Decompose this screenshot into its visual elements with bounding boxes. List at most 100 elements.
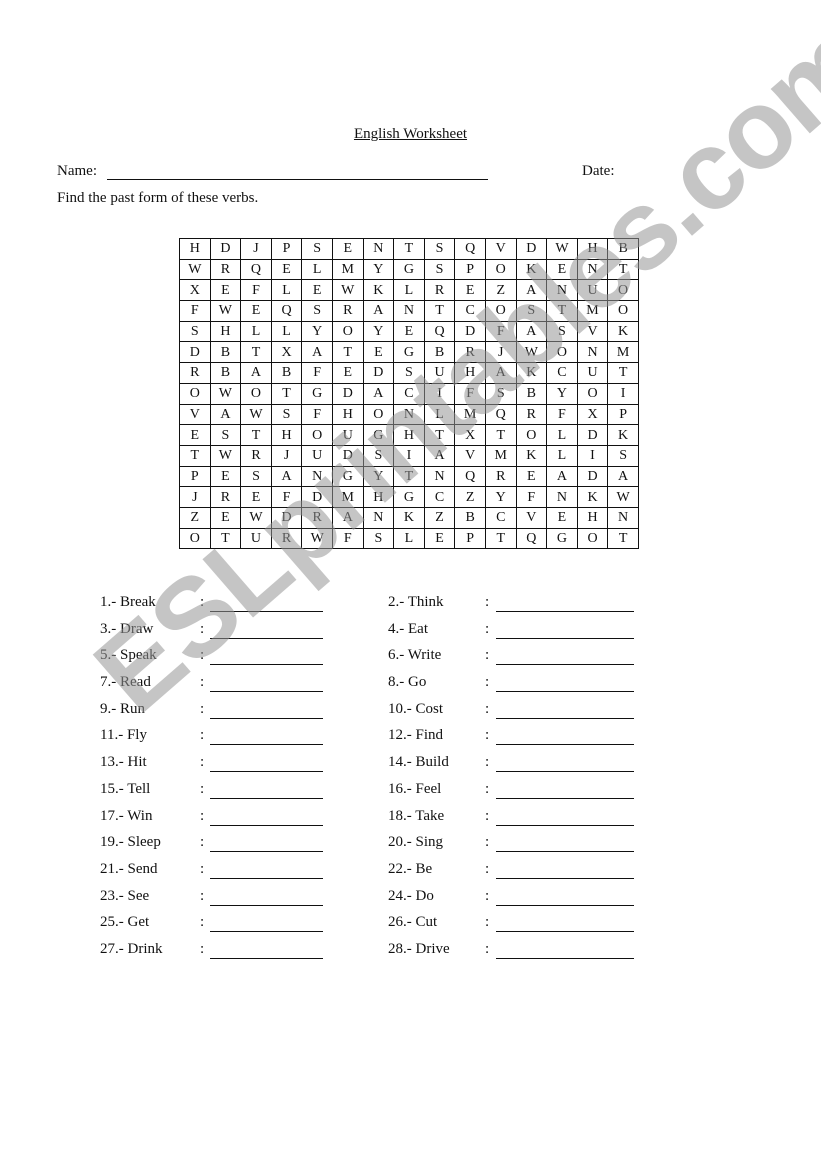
grid-cell[interactable]: W [209, 300, 242, 322]
grid-cell[interactable]: K [515, 258, 548, 281]
answer-blank[interactable] [210, 851, 323, 853]
grid-cell[interactable]: D [331, 382, 364, 405]
grid-cell[interactable]: H [576, 238, 609, 260]
grid-cell[interactable]: B [454, 506, 486, 529]
grid-cell[interactable]: C [546, 362, 578, 384]
grid-cell[interactable]: B [209, 341, 242, 364]
grid-cell[interactable]: C [423, 486, 456, 508]
grid-cell[interactable]: B [607, 238, 639, 260]
grid-cell[interactable]: F [301, 403, 333, 426]
grid-cell[interactable]: L [546, 444, 578, 467]
grid-cell[interactable]: N [362, 506, 395, 529]
grid-cell[interactable]: S [270, 403, 303, 426]
grid-cell[interactable]: D [301, 486, 333, 508]
grid-cell[interactable]: U [301, 444, 333, 467]
grid-cell[interactable]: O [301, 424, 333, 446]
grid-cell[interactable]: O [362, 403, 395, 426]
grid-cell[interactable]: D [331, 444, 364, 467]
grid-cell[interactable]: E [209, 279, 242, 302]
grid-cell[interactable]: E [179, 424, 211, 446]
grid-cell[interactable]: E [240, 486, 272, 508]
grid-cell[interactable]: H [179, 238, 211, 260]
answer-blank[interactable] [496, 664, 634, 666]
grid-cell[interactable]: F [301, 362, 333, 384]
grid-cell[interactable]: X [576, 403, 609, 426]
grid-cell[interactable]: I [393, 444, 425, 467]
answer-blank[interactable] [210, 957, 323, 959]
grid-cell[interactable]: S [607, 444, 639, 467]
grid-cell[interactable]: L [393, 279, 425, 302]
grid-cell[interactable]: A [515, 279, 548, 302]
grid-cell[interactable]: V [454, 444, 486, 467]
answer-blank[interactable] [496, 824, 634, 826]
grid-cell[interactable]: F [454, 382, 486, 405]
grid-cell[interactable]: W [515, 341, 548, 364]
grid-cell[interactable]: E [331, 238, 364, 260]
grid-cell[interactable]: L [270, 320, 303, 343]
grid-cell[interactable]: U [240, 527, 272, 550]
grid-cell[interactable]: Y [301, 320, 333, 343]
grid-cell[interactable]: T [209, 527, 242, 550]
grid-cell[interactable]: D [179, 341, 211, 364]
grid-cell[interactable]: K [362, 279, 395, 302]
grid-cell[interactable]: Q [454, 465, 486, 488]
grid-cell[interactable]: Q [515, 527, 548, 550]
grid-cell[interactable]: Z [454, 486, 486, 508]
grid-cell[interactable]: H [576, 506, 609, 529]
grid-cell[interactable]: N [393, 300, 425, 322]
grid-cell[interactable]: H [331, 403, 364, 426]
grid-cell[interactable]: N [362, 238, 395, 260]
answer-blank[interactable] [210, 771, 323, 773]
grid-cell[interactable]: F [331, 527, 364, 550]
grid-cell[interactable]: W [607, 486, 639, 508]
grid-cell[interactable]: H [362, 486, 395, 508]
grid-cell[interactable]: S [515, 300, 548, 322]
grid-cell[interactable]: U [331, 424, 364, 446]
grid-cell[interactable]: J [270, 444, 303, 467]
grid-cell[interactable]: M [331, 258, 364, 281]
grid-cell[interactable]: D [576, 424, 609, 446]
grid-cell[interactable]: O [607, 300, 639, 322]
grid-cell[interactable]: W [209, 444, 242, 467]
grid-cell[interactable]: E [423, 527, 456, 550]
grid-cell[interactable]: H [209, 320, 242, 343]
answer-blank[interactable] [496, 931, 634, 933]
answer-blank[interactable] [210, 824, 323, 826]
answer-blank[interactable] [210, 744, 323, 746]
grid-cell[interactable]: K [515, 444, 548, 467]
grid-cell[interactable]: O [179, 527, 211, 550]
grid-cell[interactable]: E [240, 300, 272, 322]
grid-cell[interactable]: Y [484, 486, 517, 508]
grid-cell[interactable]: A [515, 320, 548, 343]
grid-cell[interactable]: G [393, 341, 425, 364]
answer-blank[interactable] [496, 691, 634, 693]
grid-cell[interactable]: M [454, 403, 486, 426]
grid-cell[interactable]: S [240, 465, 272, 488]
grid-cell[interactable]: J [484, 341, 517, 364]
grid-cell[interactable]: B [423, 341, 456, 364]
grid-cell[interactable]: S [423, 258, 456, 281]
grid-cell[interactable]: V [484, 238, 517, 260]
answer-blank[interactable] [496, 797, 634, 799]
grid-cell[interactable]: A [362, 382, 395, 405]
grid-cell[interactable]: A [209, 403, 242, 426]
answer-blank[interactable] [496, 744, 634, 746]
grid-cell[interactable]: C [393, 382, 425, 405]
grid-cell[interactable]: S [423, 238, 456, 260]
grid-cell[interactable]: E [515, 465, 548, 488]
grid-cell[interactable]: R [484, 465, 517, 488]
grid-cell[interactable]: R [209, 486, 242, 508]
grid-cell[interactable]: X [454, 424, 486, 446]
grid-cell[interactable]: H [393, 424, 425, 446]
grid-cell[interactable]: E [546, 258, 578, 281]
grid-cell[interactable]: P [179, 465, 211, 488]
grid-cell[interactable]: K [607, 320, 639, 343]
grid-cell[interactable]: A [362, 300, 395, 322]
grid-cell[interactable]: E [270, 258, 303, 281]
grid-cell[interactable]: O [179, 382, 211, 405]
grid-cell[interactable]: L [301, 258, 333, 281]
grid-cell[interactable]: A [423, 444, 456, 467]
grid-cell[interactable]: O [576, 382, 609, 405]
answer-blank[interactable] [210, 664, 323, 666]
grid-cell[interactable]: W [546, 238, 578, 260]
